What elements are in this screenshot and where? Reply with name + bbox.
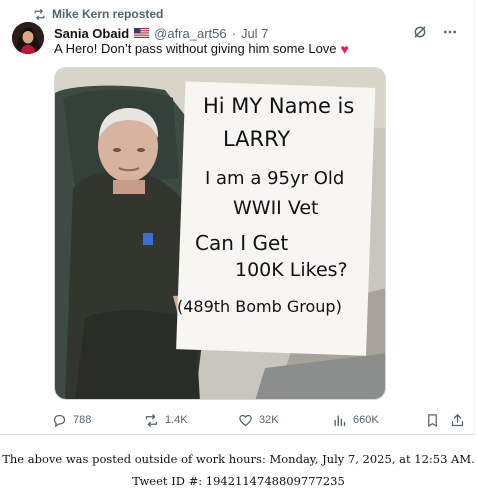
- author-handle[interactable]: @afra_art56: [154, 26, 226, 41]
- footer-posted-time: The above was posted outside of work hou…: [2, 452, 475, 466]
- tweet-text: A Hero! Don’t pass without giving him so…: [54, 41, 349, 56]
- author-name[interactable]: Sania Obaid: [54, 26, 129, 41]
- views-button[interactable]: 660K: [332, 410, 379, 430]
- repost-button[interactable]: 1.4K: [144, 410, 188, 430]
- bookmark-button[interactable]: [425, 410, 440, 430]
- tweet-photo[interactable]: Hi MY Name is LARRY I am a 95yr Old WWII…: [54, 67, 386, 400]
- repost-indicator[interactable]: Mike Kern reposted: [33, 6, 163, 22]
- avatar-image: [12, 22, 44, 54]
- header-actions: [412, 24, 458, 40]
- repost-label: Mike Kern reposted: [52, 7, 164, 21]
- views-icon: [334, 414, 346, 426]
- like-count: 32K: [259, 414, 279, 426]
- reply-button[interactable]: 788: [52, 410, 91, 430]
- red-heart-emoji: ♥: [340, 40, 349, 57]
- like-button[interactable]: 32K: [238, 410, 279, 430]
- repost-count: 1.4K: [165, 414, 188, 426]
- sign-line-5: Can I Get: [195, 231, 288, 255]
- sign-line-4: WWII Vet: [233, 197, 318, 219]
- separator-dot: ·: [231, 25, 236, 41]
- repost-icon: [34, 8, 45, 20]
- sign-line-1: Hi MY Name is: [203, 94, 354, 118]
- reply-count: 788: [73, 414, 92, 426]
- footer-tweet-id: Tweet ID #: 1942114748809777235: [132, 474, 345, 488]
- share-button[interactable]: [450, 410, 465, 430]
- photo-veteran-with-sign: Hi MY Name is LARRY I am a 95yr Old WWII…: [55, 68, 385, 399]
- sign-line-6: 100K Likes?: [235, 259, 348, 281]
- like-icon: [239, 414, 252, 426]
- us-flag-icon: [134, 28, 150, 38]
- tweet-date[interactable]: Jul 7: [241, 26, 268, 41]
- repost-icon: [145, 413, 158, 427]
- reply-icon: [53, 414, 66, 427]
- bookmark-icon: [428, 413, 437, 427]
- view-count: 660K: [353, 414, 379, 426]
- tweet-text-body: A Hero! Don’t pass without giving him so…: [54, 41, 337, 56]
- avatar[interactable]: [12, 22, 44, 54]
- share-icon: [451, 413, 464, 426]
- sign-line-2: LARRY: [223, 127, 290, 151]
- sign-line-3: I am a 95yr Old: [205, 168, 344, 189]
- tweet-card[interactable]: Mike Kern reposted Sania Obaid @afra_art…: [0, 0, 475, 435]
- footer-note: The above was posted outside of work hou…: [0, 448, 477, 492]
- tweet-header: Sania Obaid @afra_art56 · Jul 7: [54, 24, 414, 42]
- grok-icon[interactable]: [412, 24, 428, 40]
- sign-line-7: (489th Bomb Group): [177, 297, 342, 316]
- action-bar: 788 1.4K 32K 660K: [52, 410, 472, 430]
- more-icon[interactable]: [442, 24, 458, 40]
